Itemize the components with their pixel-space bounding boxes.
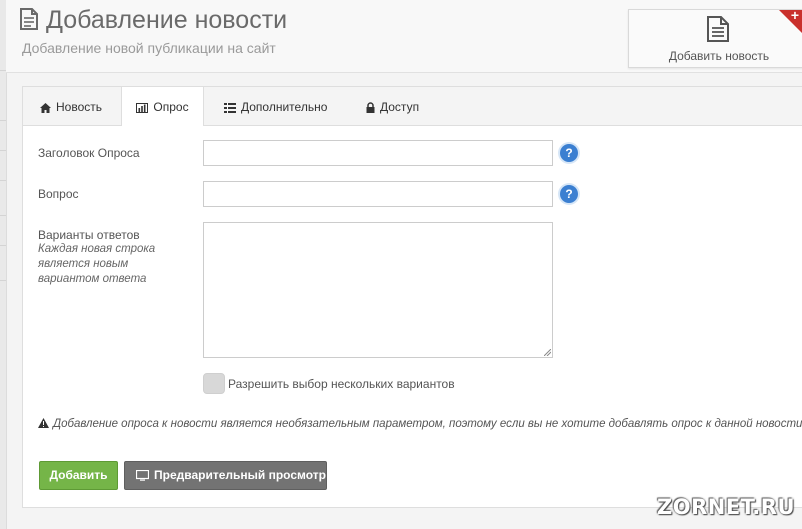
question-label: Вопрос (38, 187, 79, 201)
poll-note: Добавление опроса к новости является нео… (38, 418, 802, 431)
tab-news[interactable]: Новость (40, 87, 102, 125)
add-news-button[interactable]: Добавить новость + (628, 9, 802, 68)
add-button[interactable]: Добавить (39, 461, 118, 490)
watermark: ZORNET.RU (657, 495, 796, 519)
preview-button[interactable]: Предварительный просмотр (124, 461, 327, 490)
tab-access-label: Доступ (380, 100, 420, 114)
page-title-text: Добавление новости (46, 6, 288, 34)
document-icon (706, 15, 730, 48)
answers-label: Варианты ответов (38, 228, 140, 242)
plus-icon: + (790, 9, 799, 23)
poll-title-input[interactable] (203, 140, 553, 166)
home-icon (40, 89, 51, 129)
tab-additional[interactable]: Дополнительно (224, 87, 327, 125)
answers-hint: Каждая новая строка является новым вариа… (38, 243, 156, 285)
poll-title-label: Заголовок Опроса (38, 146, 140, 160)
monitor-icon (135, 464, 150, 491)
document-icon (20, 8, 38, 37)
poll-note-text: Добавление опроса к новости является нео… (53, 418, 802, 430)
page-subtitle: Добавление новой публикации на сайт (22, 40, 276, 56)
tab-additional-label: Дополнительно (241, 100, 328, 114)
page-title: Добавление новости (20, 6, 287, 37)
tab-bar: Новость Опрос Дополнительно Доступ (23, 87, 802, 126)
warning-icon (38, 418, 49, 431)
tab-access[interactable]: Доступ (366, 87, 419, 125)
lock-icon (366, 89, 375, 129)
tab-news-label: Новость (56, 100, 103, 114)
tab-poll[interactable]: Опрос (121, 87, 204, 126)
resize-grip-icon[interactable] (544, 349, 551, 356)
multiple-choice-toggle[interactable] (203, 373, 225, 394)
editor-panel: Новость Опрос Дополнительно Доступ Загол… (22, 86, 802, 508)
question-help-icon[interactable]: ? (560, 185, 578, 203)
poll-title-help-icon[interactable]: ? (560, 144, 578, 162)
preview-button-label: Предварительный просмотр (154, 468, 326, 482)
left-sidebar-edge (0, 0, 7, 529)
tab-poll-label: Опрос (153, 100, 189, 114)
answers-textarea[interactable] (203, 222, 553, 358)
multiple-choice-label: Разрешить выбор нескольких вариантов (228, 377, 455, 391)
bar-chart-icon (136, 89, 149, 129)
question-input[interactable] (203, 181, 553, 207)
add-news-button-label: Добавить новость (668, 49, 770, 63)
list-icon (224, 89, 236, 129)
